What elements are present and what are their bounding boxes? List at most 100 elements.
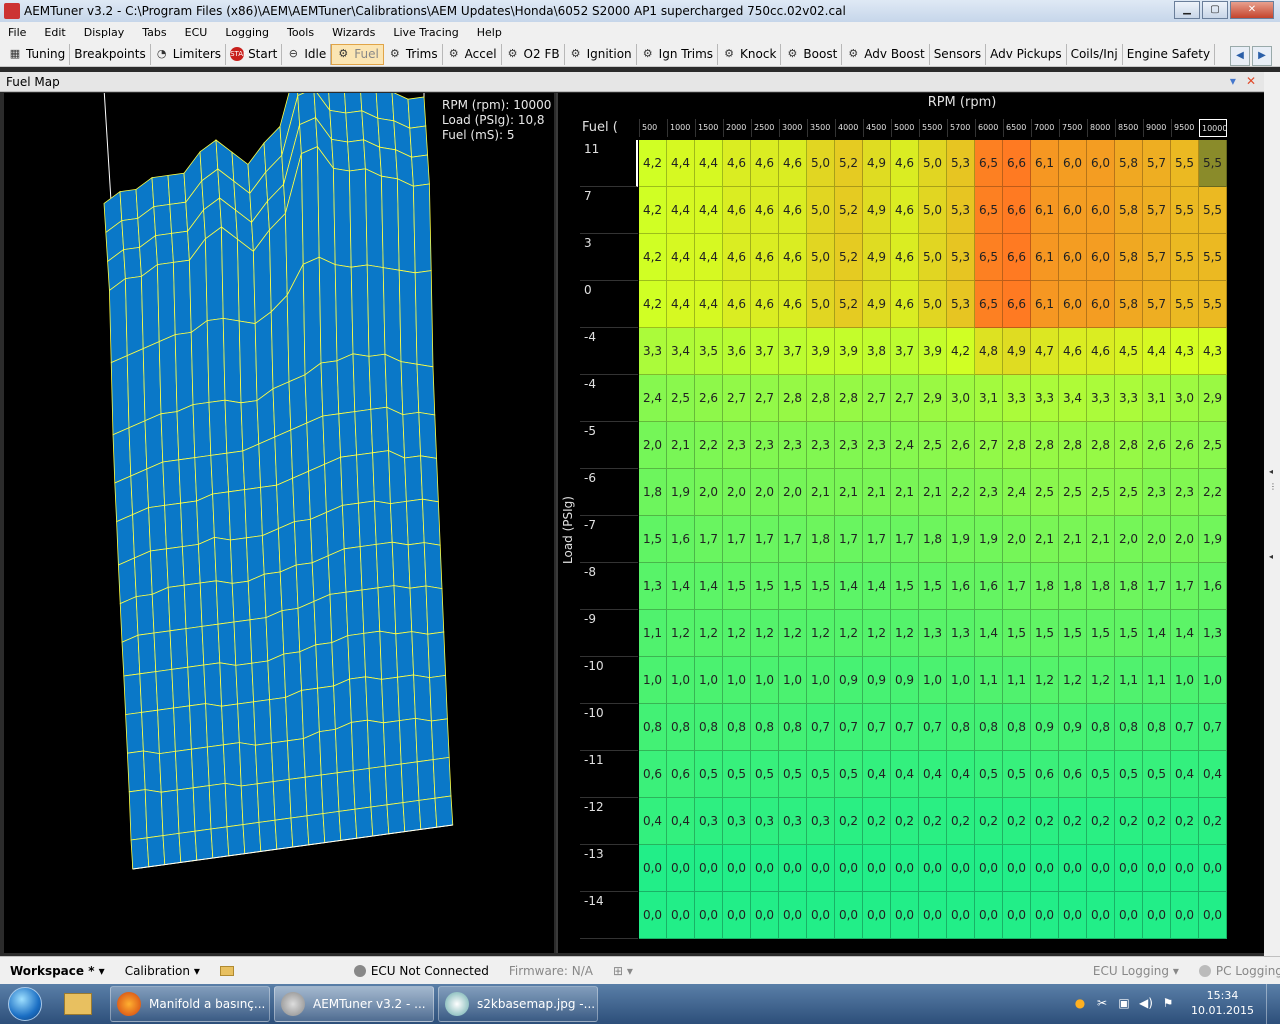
rpm-breakpoint[interactable]: 7500 <box>1059 119 1087 137</box>
fuel-cell[interactable]: 1,2 <box>779 610 807 657</box>
fuel-cell[interactable]: 0,0 <box>695 845 723 892</box>
fuel-cell[interactable]: 0,0 <box>1003 892 1031 939</box>
fuel-cell[interactable]: 4,2 <box>639 234 667 281</box>
fuel-cell[interactable]: 6,0 <box>1087 234 1115 281</box>
fuel-cell[interactable]: 1,5 <box>751 563 779 610</box>
fuel-cell[interactable]: 0,0 <box>947 892 975 939</box>
fuel-cell[interactable]: 2,8 <box>1031 422 1059 469</box>
fuel-cell[interactable]: 2,8 <box>1059 422 1087 469</box>
fuel-cell[interactable]: 5,7 <box>1143 234 1171 281</box>
fuel-cell[interactable]: 0,7 <box>835 704 863 751</box>
fuel-cell[interactable]: 4,2 <box>639 140 667 187</box>
fuel-cell[interactable]: 3,3 <box>1115 375 1143 422</box>
fuel-cell[interactable]: 4,7 <box>1031 328 1059 375</box>
fuel-cell[interactable]: 0,8 <box>1115 704 1143 751</box>
fuel-cell[interactable]: 2,5 <box>1031 469 1059 516</box>
tab-engine-safety[interactable]: Engine Safety <box>1123 43 1216 65</box>
fuel-cell[interactable]: 0,0 <box>919 892 947 939</box>
fuel-cell[interactable]: 2,7 <box>863 375 891 422</box>
fuel-cell[interactable]: 2,1 <box>1087 516 1115 563</box>
fuel-cell[interactable]: 2,0 <box>1115 516 1143 563</box>
fuel-cell[interactable]: 2,7 <box>975 422 1003 469</box>
fuel-cell[interactable]: 2,5 <box>1059 469 1087 516</box>
fuel-cell[interactable]: 2,7 <box>751 375 779 422</box>
rpm-breakpoint[interactable]: 10000 <box>1199 119 1227 137</box>
fuel-cell[interactable]: 6,0 <box>1059 187 1087 234</box>
load-breakpoint[interactable]: 3 <box>580 234 638 281</box>
fuel-cell[interactable]: 5,0 <box>919 281 947 328</box>
task-paint[interactable]: s2kbasemap.jpg -... <box>438 986 598 1022</box>
fuel-cell[interactable]: 0,5 <box>1003 751 1031 798</box>
fuel-cell[interactable]: 5,8 <box>1115 187 1143 234</box>
fuel-cell[interactable]: 1,4 <box>1143 610 1171 657</box>
fuel-cell[interactable]: 1,7 <box>863 516 891 563</box>
fuel-cell[interactable]: 2,5 <box>919 422 947 469</box>
fuel-map-3d-view[interactable]: RPM (rpm): 10000 Load (PSIg): 10,8 Fuel … <box>4 93 554 953</box>
fuel-cell[interactable]: 4,6 <box>751 234 779 281</box>
task-firefox[interactable]: Manifold a basınç... <box>110 986 270 1022</box>
fuel-cell[interactable]: 1,5 <box>1087 610 1115 657</box>
rpm-breakpoint[interactable]: 6000 <box>975 119 1003 137</box>
rpm-breakpoint[interactable]: 3500 <box>807 119 835 137</box>
fuel-cell[interactable]: 4,9 <box>863 281 891 328</box>
fuel-cell[interactable]: 3,9 <box>807 328 835 375</box>
fuel-cell[interactable]: 4,6 <box>751 140 779 187</box>
fuel-cell[interactable]: 1,3 <box>947 610 975 657</box>
fuel-cell[interactable]: 0,0 <box>807 845 835 892</box>
fuel-cell[interactable]: 4,6 <box>779 281 807 328</box>
fuel-cell[interactable]: 3,3 <box>639 328 667 375</box>
fuel-cell[interactable]: 1,2 <box>891 610 919 657</box>
rpm-breakpoint[interactable]: 9500 <box>1171 119 1199 137</box>
rpm-breakpoint[interactable]: 4000 <box>835 119 863 137</box>
fuel-cell[interactable]: 4,2 <box>947 328 975 375</box>
fuel-cell[interactable]: 0,4 <box>919 751 947 798</box>
close-button[interactable]: ✕ <box>1230 1 1274 19</box>
load-breakpoint[interactable]: -4 <box>580 328 638 375</box>
fuel-cell[interactable]: 1,9 <box>947 516 975 563</box>
fuel-cell[interactable]: 2,3 <box>779 422 807 469</box>
fuel-cell[interactable]: 0,3 <box>807 798 835 845</box>
fuel-cell[interactable]: 6,5 <box>975 281 1003 328</box>
fuel-cell[interactable]: 4,5 <box>1115 328 1143 375</box>
fuel-cell[interactable]: 0,5 <box>723 751 751 798</box>
fuel-cell[interactable]: 2,8 <box>1087 422 1115 469</box>
fuel-cell[interactable]: 1,7 <box>891 516 919 563</box>
load-breakpoint[interactable]: -9 <box>580 610 638 657</box>
fuel-cell[interactable]: 4,4 <box>667 281 695 328</box>
fuel-cell[interactable]: 0,9 <box>1059 704 1087 751</box>
fuel-cell[interactable]: 0,4 <box>667 798 695 845</box>
fuel-cell[interactable]: 4,3 <box>1199 328 1227 375</box>
fuel-cell[interactable]: 6,6 <box>1003 281 1031 328</box>
fuel-cell[interactable]: 4,6 <box>891 234 919 281</box>
load-breakpoint[interactable]: -11 <box>580 751 638 798</box>
fuel-cell[interactable]: 0,0 <box>751 845 779 892</box>
show-desktop-button[interactable] <box>1266 984 1280 1024</box>
tab-limiters[interactable]: ◔ Limiters <box>151 43 227 65</box>
fuel-cell[interactable]: 1,0 <box>723 657 751 704</box>
fuel-cell[interactable]: 3,3 <box>1003 375 1031 422</box>
fuel-cell[interactable]: 2,3 <box>723 422 751 469</box>
rpm-breakpoint[interactable]: 8500 <box>1115 119 1143 137</box>
fuel-cell[interactable]: 1,0 <box>695 657 723 704</box>
clock[interactable]: 15:34 10.01.2015 <box>1191 988 1254 1018</box>
fuel-cell[interactable]: 0,4 <box>947 751 975 798</box>
fuel-cell[interactable]: 1,1 <box>1115 657 1143 704</box>
fuel-cell[interactable]: 1,8 <box>1115 563 1143 610</box>
fuel-cell[interactable]: 2,6 <box>695 375 723 422</box>
fuel-cell[interactable]: 5,0 <box>807 140 835 187</box>
fuel-cell[interactable]: 1,9 <box>667 469 695 516</box>
fuel-cell[interactable]: 6,1 <box>1031 281 1059 328</box>
fuel-cell[interactable]: 0,5 <box>807 751 835 798</box>
fuel-cell[interactable]: 2,8 <box>835 375 863 422</box>
fuel-cell[interactable]: 6,0 <box>1087 187 1115 234</box>
fuel-cell[interactable]: 1,8 <box>1059 563 1087 610</box>
fuel-cell[interactable]: 4,9 <box>863 140 891 187</box>
fuel-surface-plot[interactable] <box>4 93 554 953</box>
fuel-cell[interactable]: 1,7 <box>779 516 807 563</box>
tab-trims[interactable]: ⚙ Trims <box>384 43 443 65</box>
fuel-cell[interactable]: 2,5 <box>1199 422 1227 469</box>
tray-app-icon[interactable]: ● <box>1073 996 1087 1010</box>
fuel-cell[interactable]: 0,0 <box>919 845 947 892</box>
fuel-cell[interactable]: 0,0 <box>1115 892 1143 939</box>
fuel-cell[interactable]: 0,0 <box>1031 892 1059 939</box>
